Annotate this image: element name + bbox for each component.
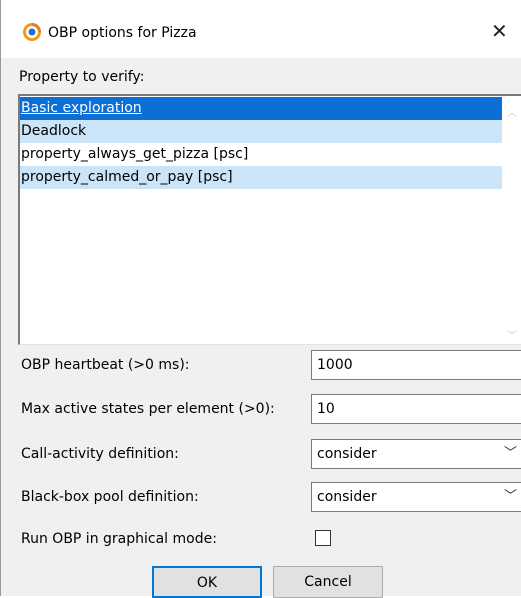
heartbeat-input[interactable]: 1000 (311, 350, 521, 380)
obp-app-icon (23, 23, 41, 41)
max-states-label: Max active states per element (>0): (21, 401, 275, 417)
obp-options-dialog: OBP options for Pizza ✕ Property to veri… (0, 0, 521, 598)
chevron-down-icon[interactable]: ﹀ (504, 483, 517, 511)
scroll-up-icon[interactable]: ︿ (507, 104, 517, 119)
black-box-select[interactable]: consider ﹀ (311, 482, 521, 512)
graphical-mode-label: Run OBP in graphical mode: (21, 531, 217, 547)
call-activity-select[interactable]: consider ﹀ (311, 439, 521, 469)
close-icon[interactable]: ✕ (491, 20, 508, 42)
property-label: Property to verify: (19, 69, 145, 85)
window-border (0, 0, 1, 596)
list-item[interactable]: Basic exploration (20, 97, 502, 120)
list-item[interactable]: property_always_get_pizza [psc] (20, 143, 502, 166)
ok-button[interactable]: OK (152, 566, 262, 598)
scroll-down-icon[interactable]: ﹀ (507, 327, 517, 342)
call-activity-value: consider (317, 446, 377, 462)
max-states-input[interactable]: 10 (311, 394, 521, 424)
list-item[interactable]: property_calmed_or_pay [psc] (20, 166, 502, 189)
black-box-value: consider (317, 489, 377, 505)
heartbeat-label: OBP heartbeat (>0 ms): (21, 357, 190, 373)
list-item[interactable]: Deadlock (20, 120, 502, 143)
chevron-down-icon[interactable]: ﹀ (504, 440, 517, 468)
call-activity-label: Call-activity definition: (21, 446, 179, 462)
property-list: Basic exploration Deadlock property_alwa… (20, 97, 502, 189)
cancel-button[interactable]: Cancel (273, 566, 383, 598)
window-title: OBP options for Pizza (48, 25, 197, 41)
title-bar[interactable]: OBP options for Pizza ✕ (1, 0, 521, 58)
list-scrollbar[interactable]: ︿ ﹀ (503, 96, 521, 344)
property-listbox[interactable]: Basic exploration Deadlock property_alwa… (18, 94, 521, 345)
graphical-mode-checkbox[interactable] (315, 530, 331, 546)
black-box-label: Black-box pool definition: (21, 489, 199, 505)
